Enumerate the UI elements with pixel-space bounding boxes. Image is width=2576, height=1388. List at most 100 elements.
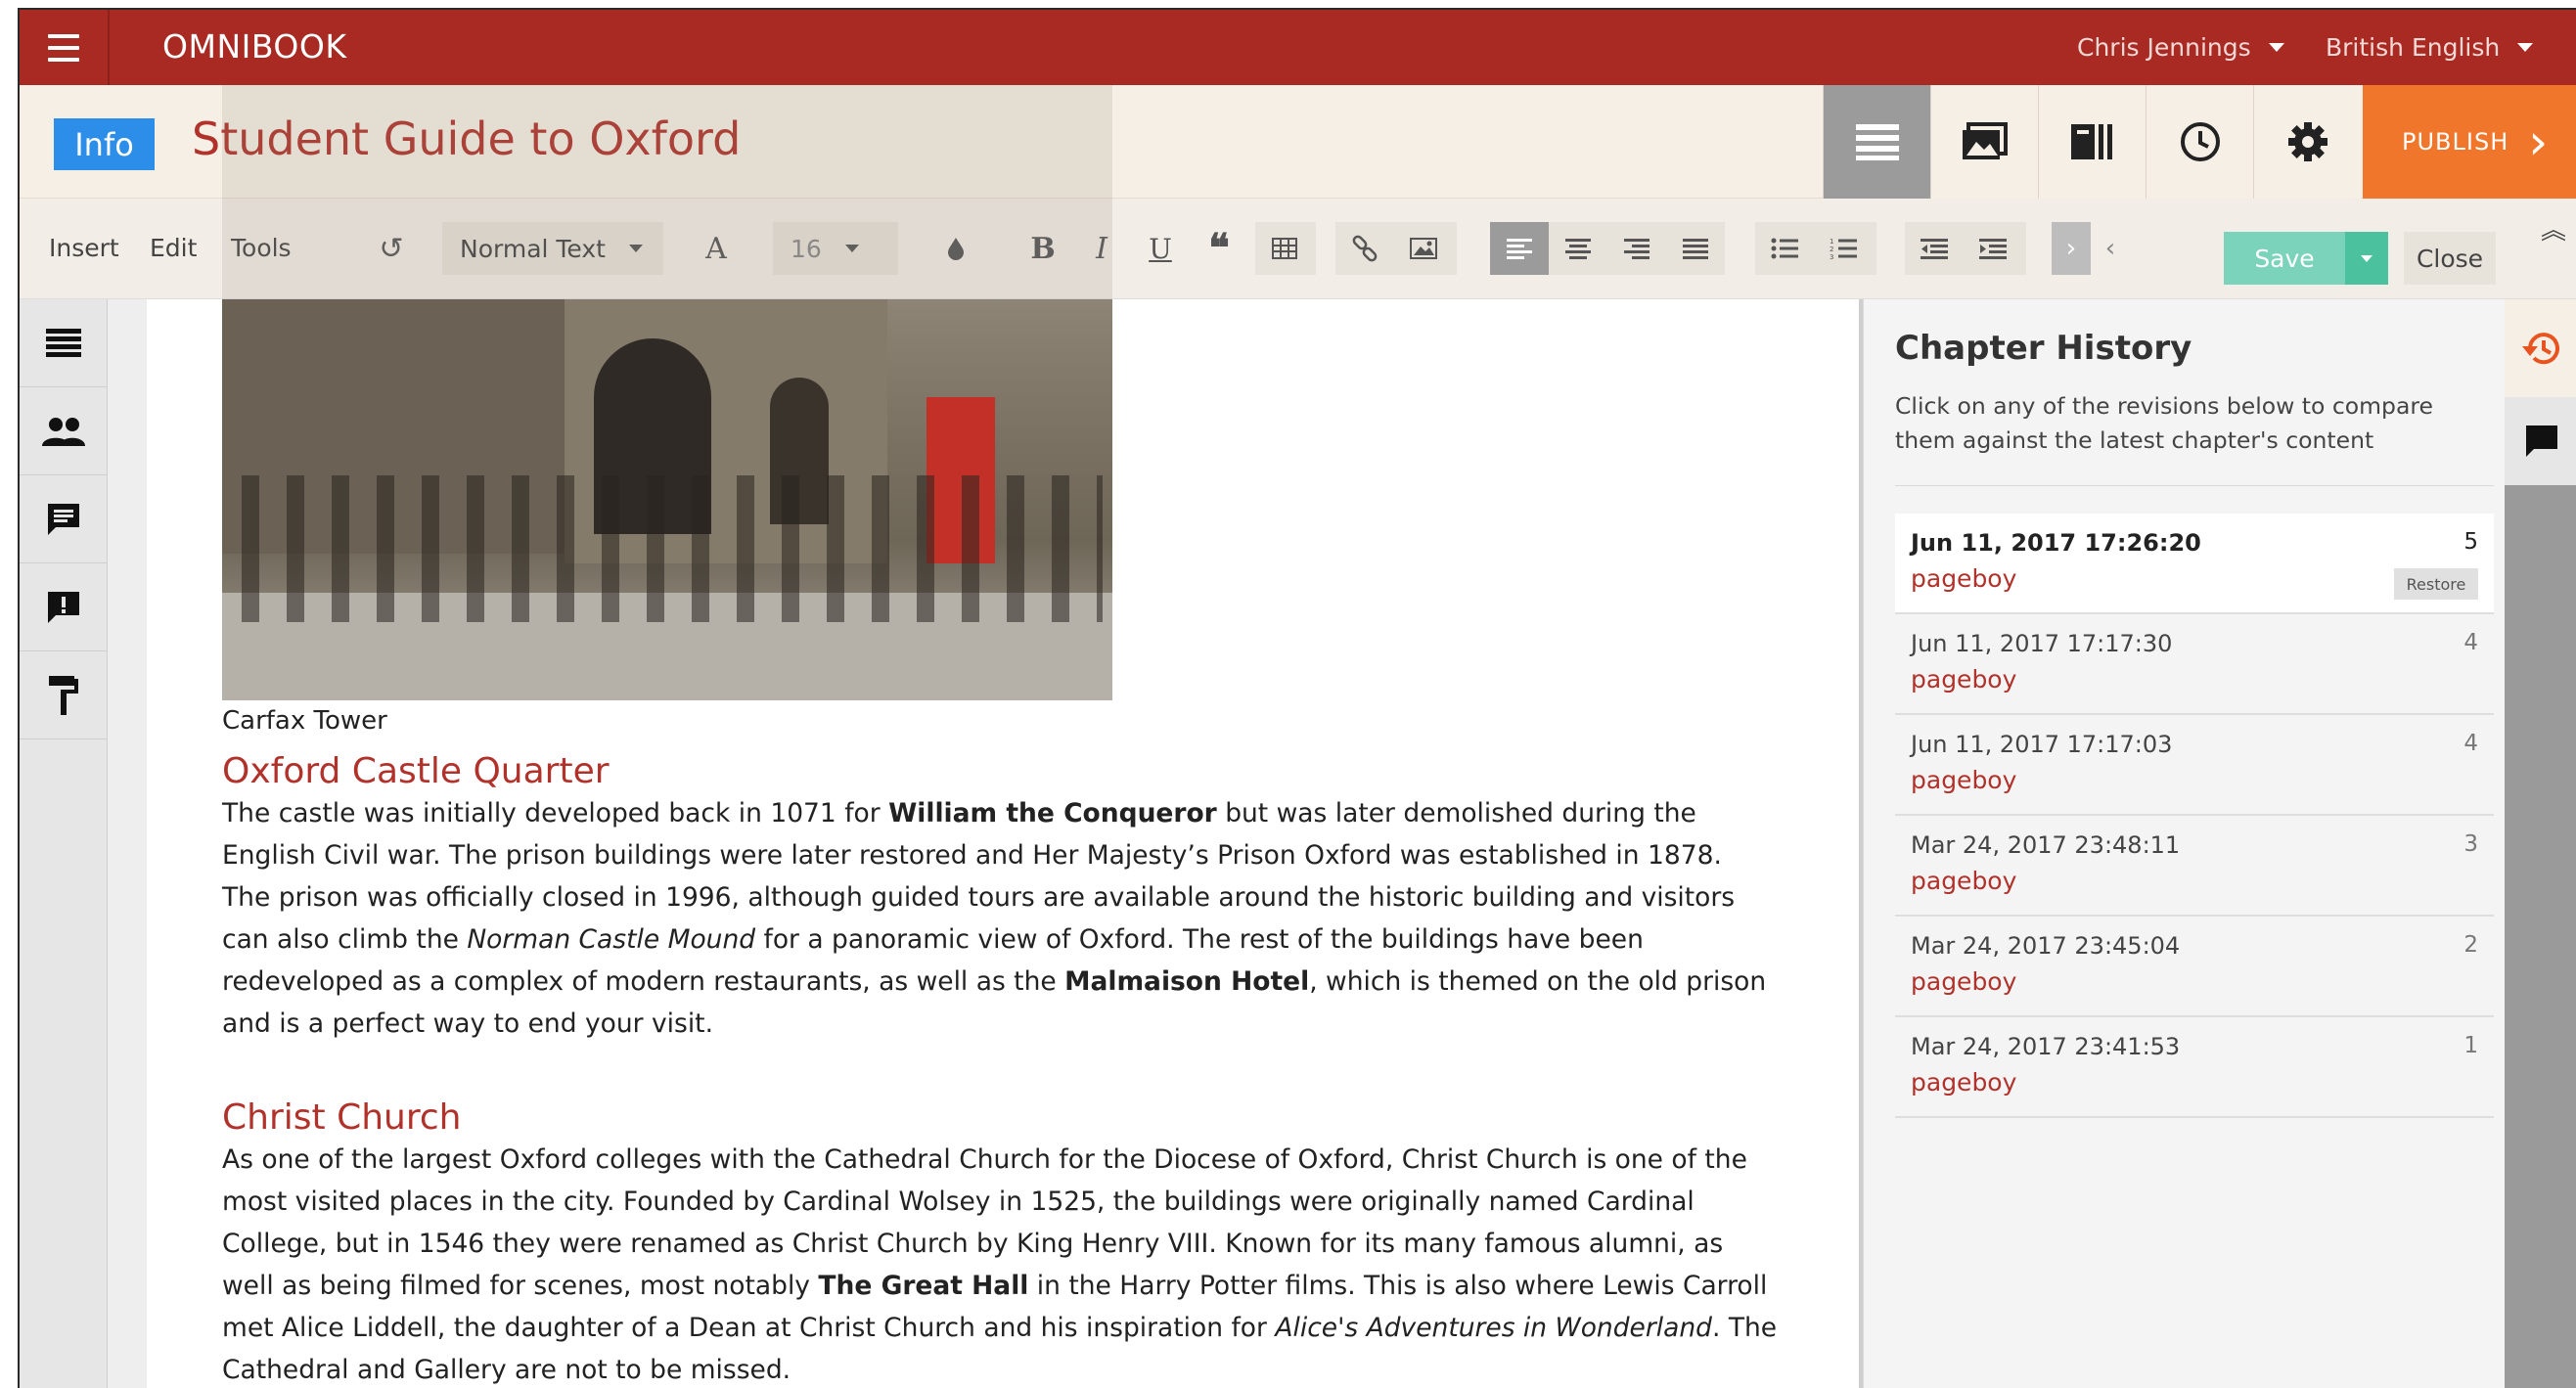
chapter-history-panel: Chapter History Click on any of the revi…	[1863, 299, 2505, 1388]
list-group: 123	[1755, 222, 1876, 275]
carfax-tower-photo[interactable]	[222, 299, 1112, 700]
top-bar: OMNIBOOK Chris Jennings British English	[20, 10, 2576, 85]
chat-icon	[2525, 425, 2557, 457]
window-frame	[0, 0, 18, 1388]
gear-icon	[2287, 122, 2327, 161]
chat-toggle-button[interactable]	[2505, 397, 2576, 485]
table-button[interactable]	[1255, 222, 1314, 275]
tab-history[interactable]	[2146, 85, 2253, 199]
bullet-list-button[interactable]	[1755, 222, 1814, 275]
svg-text:2: 2	[1830, 246, 1833, 253]
underline-button[interactable]: U	[1131, 222, 1190, 275]
table-icon	[1272, 238, 1297, 259]
droplet-icon	[948, 238, 964, 260]
font-size-select[interactable]: 16	[773, 222, 898, 275]
revision-date: Jun 11, 2017 17:17:03	[1911, 731, 2173, 758]
sidebar-item-feedback[interactable]	[20, 563, 108, 651]
revision-item[interactable]: Jun 11, 2017 17:26:20 pageboy 5 Restore	[1895, 514, 2494, 614]
bold-button[interactable]: B	[1014, 222, 1072, 275]
align-center-button[interactable]	[1549, 222, 1607, 275]
hamburger-icon	[48, 30, 79, 66]
undo-button[interactable]: ↺	[362, 222, 421, 275]
section-heading: Oxford Castle Quarter	[222, 751, 610, 791]
publish-button[interactable]: PUBLISH ›	[2363, 85, 2576, 199]
toolbar-next-button[interactable]: ›	[2052, 222, 2091, 275]
scroll-toolbar-group: › ‹	[2052, 222, 2130, 275]
blockquote-button[interactable]: ❝	[1190, 222, 1248, 275]
tab-settings[interactable]	[2253, 85, 2361, 199]
image-button[interactable]	[1394, 222, 1453, 275]
sidebar-item-comments[interactable]	[20, 475, 108, 563]
menu-insert[interactable]: Insert	[49, 234, 119, 262]
undo-icon: ↺	[379, 231, 404, 266]
section-paragraph: The castle was initially developed back …	[222, 792, 1778, 1045]
align-left-button[interactable]	[1490, 222, 1549, 275]
link-icon	[1352, 235, 1378, 262]
history-toggle-button[interactable]	[2505, 299, 2576, 397]
revision-number: 4	[2463, 731, 2478, 756]
align-justify-button[interactable]	[1666, 222, 1725, 275]
brand-logo[interactable]: OMNIBOOK	[162, 27, 347, 66]
editor-content[interactable]: Carfax Tower Oxford Castle Quarter The c…	[147, 299, 1859, 1388]
toolbar-prev-button[interactable]: ‹	[2091, 222, 2130, 275]
sidebar-item-collaborators[interactable]	[20, 387, 108, 475]
outdent-icon	[1921, 239, 1948, 259]
bold-text: The Great Hall	[818, 1271, 1029, 1301]
sidebar-item-format-painter[interactable]	[20, 651, 108, 739]
publish-label: PUBLISH	[2402, 128, 2509, 156]
menu-button[interactable]	[20, 10, 110, 85]
revision-item[interactable]: Mar 24, 2017 23:41:53 pageboy 1	[1895, 1017, 2494, 1118]
list-icon	[46, 328, 81, 357]
align-justify-icon	[1683, 239, 1708, 259]
align-right-button[interactable]	[1607, 222, 1666, 275]
editor-gutter	[108, 299, 147, 1388]
revision-date: Jun 11, 2017 17:17:30	[1911, 630, 2173, 657]
tab-media[interactable]	[1930, 85, 2038, 199]
app-window: OMNIBOOK Chris Jennings British English …	[18, 8, 2576, 1388]
sidebar-item-contents[interactable]	[20, 299, 108, 387]
revision-date: Mar 24, 2017 23:45:04	[1911, 932, 2181, 960]
italic-button[interactable]: I	[1072, 222, 1131, 275]
indent-button[interactable]	[1964, 222, 2022, 275]
align-group	[1490, 222, 1725, 275]
paint-roller-icon	[49, 675, 78, 715]
collapse-toolbar-button[interactable]: ︽	[2539, 210, 2568, 246]
language-menu[interactable]: British English	[2326, 33, 2534, 62]
divider	[1895, 485, 2494, 486]
outdent-button[interactable]	[1905, 222, 1964, 275]
editor-toolbar: Insert Edit Tools ↺ Normal Text A 16 B I…	[20, 199, 2576, 299]
view-tabs	[1823, 85, 2361, 199]
right-rail	[2505, 299, 2576, 1388]
text-style-select[interactable]: Normal Text	[442, 222, 663, 275]
revision-author: pageboy	[1911, 1068, 2017, 1097]
revision-author: pageboy	[1911, 967, 2017, 996]
text-color-button[interactable]	[929, 222, 982, 275]
tab-chapters[interactable]	[1823, 85, 1930, 199]
menu-edit[interactable]: Edit	[150, 234, 197, 262]
caret-down-icon	[2361, 254, 2373, 262]
revision-item[interactable]: Jun 11, 2017 17:17:30 pageboy 4	[1895, 614, 2494, 715]
font-button[interactable]: A	[687, 222, 746, 275]
save-options-button[interactable]	[2345, 232, 2388, 285]
bold-text: William the Conqueror	[888, 798, 1217, 828]
align-left-icon	[1507, 239, 1532, 259]
user-menu[interactable]: Chris Jennings	[2077, 33, 2284, 62]
revision-item[interactable]: Jun 11, 2017 17:17:03 pageboy 4	[1895, 715, 2494, 816]
text-run: The castle was initially developed back …	[222, 798, 889, 828]
restore-button[interactable]: Restore	[2394, 568, 2478, 600]
numbered-list-button[interactable]: 123	[1814, 222, 1873, 275]
revision-author: pageboy	[1911, 564, 2017, 593]
tab-library[interactable]	[2038, 85, 2146, 199]
revision-number: 1	[2463, 1033, 2478, 1058]
close-button[interactable]: Close	[2404, 232, 2496, 285]
save-button[interactable]: Save	[2224, 232, 2345, 285]
revision-item[interactable]: Mar 24, 2017 23:45:04 pageboy 2	[1895, 917, 2494, 1017]
link-button[interactable]	[1335, 222, 1394, 275]
alert-comment-icon	[48, 591, 79, 623]
menu-tools[interactable]: Tools	[231, 234, 292, 262]
document-title: Student Guide to Oxford	[192, 112, 742, 165]
clock-icon	[2180, 122, 2220, 161]
chevron-right-icon: ›	[2065, 234, 2077, 263]
revision-item[interactable]: Mar 24, 2017 23:48:11 pageboy 3	[1895, 816, 2494, 917]
info-button[interactable]: Info	[54, 118, 155, 170]
